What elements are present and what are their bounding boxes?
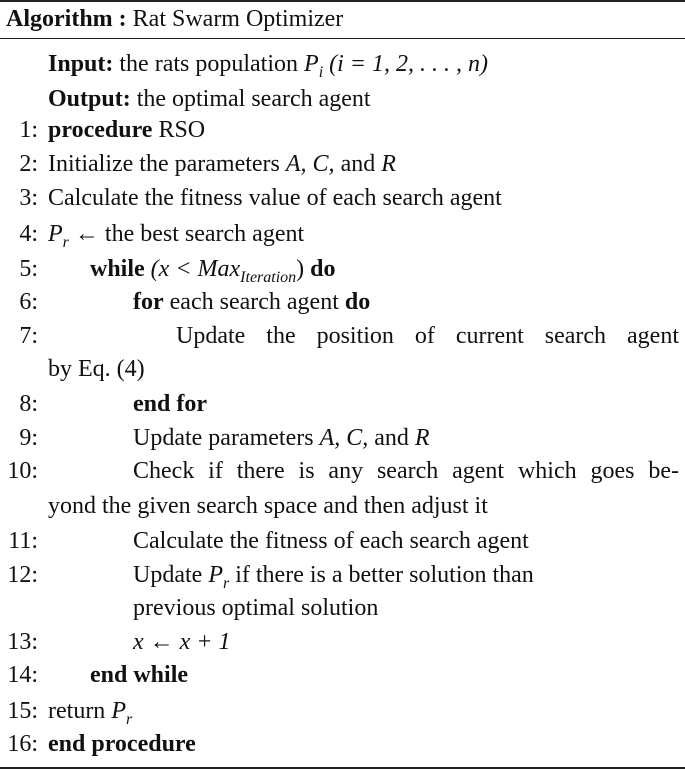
line-number: 9: (19, 425, 38, 451)
line-text: Initialize the parameters (48, 151, 280, 177)
line-number: 5: (19, 256, 38, 282)
procedure-name: RSO (158, 117, 206, 143)
algorithm-label: Algorithm : (6, 6, 127, 32)
keyword-for: for (133, 289, 164, 315)
cond-sub: Iteration (240, 269, 297, 286)
line-number: 1: (19, 117, 38, 143)
cond-close: ) (296, 256, 305, 282)
keyword-end-while: end while (90, 662, 189, 688)
line-number: 8: (19, 391, 38, 417)
line-number: 13: (7, 629, 38, 655)
bottom-rule (0, 767, 685, 769)
algorithm-name: Rat Swarm Optimizer (132, 6, 344, 32)
increment-expr: x ← x + 1 (133, 629, 231, 655)
and-text: and (340, 151, 376, 177)
line-number: 11: (8, 528, 38, 554)
var-p-sub: r (62, 234, 69, 251)
line-text: Update the position of current search ag… (176, 323, 679, 349)
line-text: if there is a better solution than (235, 562, 534, 588)
params-vars: A, C, (319, 425, 369, 451)
line-number: 3: (19, 185, 38, 211)
line-number: 6: (19, 289, 38, 315)
var-p: P (208, 562, 223, 588)
line-number: 4: (19, 221, 38, 247)
line-text: previous optimal solution (133, 595, 379, 621)
output-text: the optimal search agent (136, 86, 371, 112)
input-sub: i (318, 64, 324, 81)
input-label: Input: (48, 51, 114, 77)
line-text: yond the given search space and then adj… (48, 493, 488, 519)
keyword-do: do (310, 256, 336, 282)
line-text: each search agent (169, 289, 339, 315)
line-number: 15: (7, 698, 38, 724)
keyword-do: do (344, 289, 371, 315)
keyword-while: while (90, 256, 145, 282)
line-number: 16: (7, 731, 38, 757)
input-text: the rats population (119, 51, 299, 77)
param-r: R (381, 151, 396, 177)
line-number: 7: (19, 323, 38, 349)
line-text: Update parameters (133, 425, 314, 451)
param-r: R (414, 425, 430, 451)
params-vars: A, C, (285, 151, 335, 177)
line-text: Calculate the fitness of each search age… (133, 528, 529, 554)
line-text: Calculate the fitness value of each sear… (48, 185, 502, 211)
line-text: Update (133, 562, 203, 588)
cond-var: Max (197, 256, 241, 282)
header-rule (0, 38, 685, 39)
output-label: Output: (48, 86, 131, 112)
keyword-end-procedure: end procedure (48, 731, 196, 757)
return-text: return (48, 698, 106, 724)
var-p: P (48, 221, 63, 247)
var-p-sub: r (125, 711, 133, 728)
line-text: Check if there is any search agent which… (133, 458, 679, 484)
var-p-sub: r (222, 575, 230, 592)
line-text: ← the best search agent (74, 221, 305, 247)
top-rule (0, 0, 685, 2)
algorithm-title: Algorithm : Rat Swarm Optimizer (6, 5, 343, 33)
input-range: (i = 1, 2, . . . , n) (329, 51, 488, 77)
keyword-end-for: end for (133, 391, 207, 417)
keyword-procedure: procedure (48, 117, 153, 143)
and-text: and (374, 425, 409, 451)
line-number: 12: (7, 562, 38, 588)
var-p: P (111, 698, 126, 724)
line-number: 2: (19, 151, 38, 177)
line-number: 14: (7, 662, 38, 688)
line-text: by Eq. (4) (48, 356, 145, 382)
cond-open: (x < (150, 256, 192, 282)
input-var: P (304, 51, 319, 77)
line-number: 10: (7, 458, 38, 484)
